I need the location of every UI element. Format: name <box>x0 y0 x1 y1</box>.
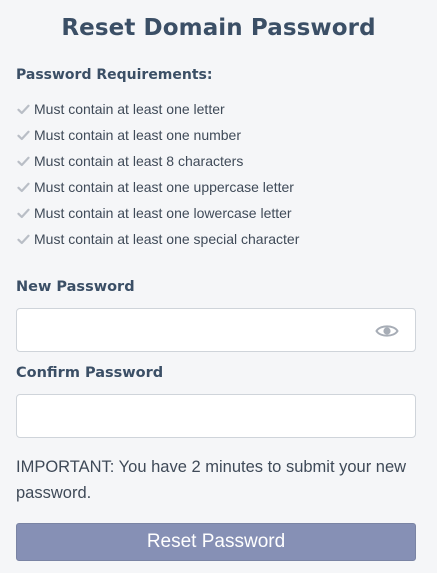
list-item: Must contain at least one number <box>16 122 421 148</box>
list-item: Must contain at least one uppercase lett… <box>16 174 421 200</box>
requirement-text: Must contain at least one number <box>34 127 242 143</box>
requirement-text: Must contain at least one special charac… <box>34 231 300 247</box>
check-icon <box>16 154 30 168</box>
requirement-text: Must contain at least one uppercase lett… <box>34 179 294 195</box>
list-item: Must contain at least one letter <box>16 96 421 122</box>
requirement-text: Must contain at least one lowercase lett… <box>34 205 292 221</box>
check-icon <box>16 232 30 246</box>
new-password-label: New Password <box>16 279 135 295</box>
page-title: Reset Domain Password <box>61 15 376 41</box>
eye-icon[interactable] <box>375 321 399 341</box>
time-limit-notice: IMPORTANT: You have 2 minutes to submit … <box>16 458 407 502</box>
requirements-heading: Password Requirements: <box>16 67 213 83</box>
reset-password-page: Reset Domain Password Password Requireme… <box>0 0 437 573</box>
list-item: Must contain at least 8 characters <box>16 148 421 174</box>
reset-password-button[interactable]: Reset Password <box>16 523 416 561</box>
new-password-field-wrapper <box>16 308 416 352</box>
check-icon <box>16 180 30 194</box>
requirement-text: Must contain at least one letter <box>34 101 225 117</box>
list-item: Must contain at least one special charac… <box>16 226 421 252</box>
check-icon <box>16 128 30 142</box>
requirement-text: Must contain at least 8 characters <box>34 153 244 169</box>
check-icon <box>16 206 30 220</box>
check-icon <box>16 102 30 116</box>
confirm-password-field-wrapper <box>16 394 416 438</box>
list-item: Must contain at least one lowercase lett… <box>16 200 421 226</box>
confirm-password-input[interactable] <box>17 395 415 437</box>
requirements-list: Must contain at least one letter Must co… <box>16 96 421 252</box>
confirm-password-label: Confirm Password <box>16 365 164 381</box>
new-password-input[interactable] <box>17 309 415 351</box>
